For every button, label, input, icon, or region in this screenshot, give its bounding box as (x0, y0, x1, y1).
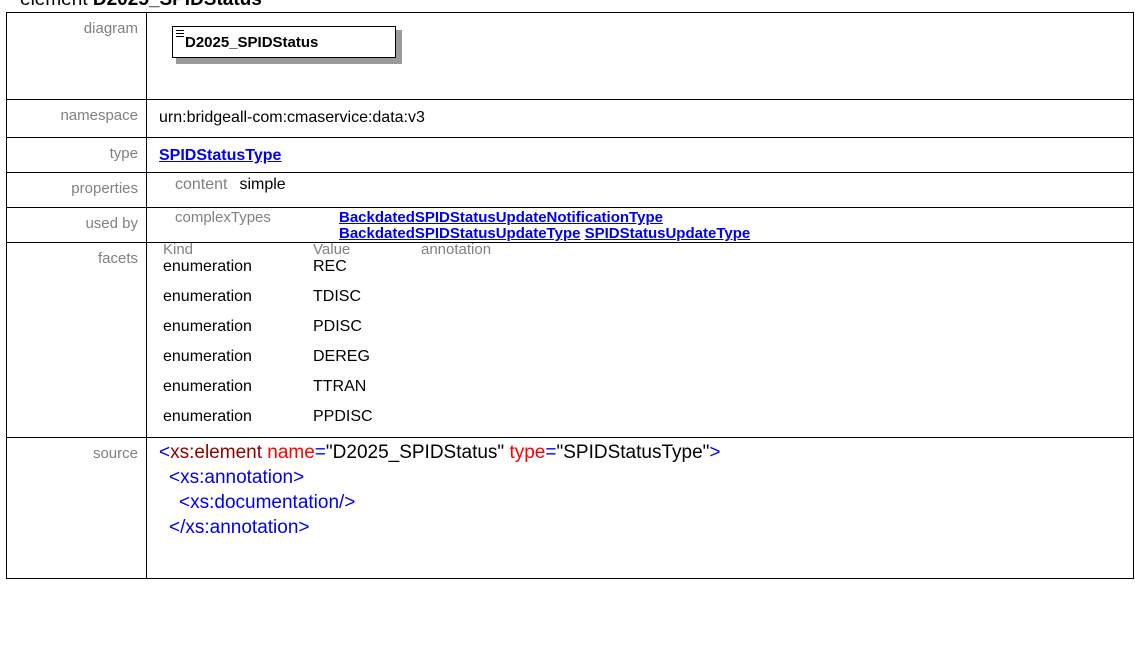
diagram-box-front: D2025_SPIDStatus (172, 26, 396, 58)
facets-header: Kind Value annotation (163, 241, 1133, 258)
facet-value: DEREG (313, 348, 370, 365)
facet-kind: enumeration (163, 318, 252, 335)
used-by-link-backdated-notification[interactable]: BackdatedSPIDStatusUpdateNotificationTyp… (339, 209, 663, 226)
diagram-box-label: D2025_SPIDStatus (185, 34, 319, 51)
facet-kind: enumeration (163, 408, 252, 425)
used-by-link-backdated-update[interactable]: BackdatedSPIDStatusUpdateType (339, 225, 580, 242)
facet-row: enumeration PDISC (163, 317, 1133, 347)
heading-element-name: D2025_SPIDStatus (93, 0, 262, 10)
element-lines-icon (176, 30, 184, 39)
facet-value: PPDISC (313, 408, 373, 425)
used-by-kind: complexTypes (175, 209, 271, 226)
properties-row: properties content simple (6, 172, 1134, 208)
used-by-label: used by (6, 207, 147, 243)
properties-key: content (175, 176, 228, 193)
source-line-annotation-open: <xs:annotation> (169, 467, 305, 488)
diagram-label: diagram (6, 12, 147, 100)
properties-label: properties (6, 172, 147, 208)
facet-value: TDISC (313, 288, 361, 305)
facets-header-value: Value (313, 241, 351, 258)
source-line-documentation: <xs:documentation/> (179, 492, 356, 513)
source-line-element: <xs:element name="D2025_SPIDStatus" type… (159, 442, 721, 463)
type-row: type SPIDStatusType (6, 137, 1134, 173)
facet-row: enumeration PPDISC (163, 407, 1133, 437)
facet-value: TTRAN (313, 378, 367, 395)
heading-prefix: element (20, 0, 88, 10)
facet-row: enumeration TDISC (163, 287, 1133, 317)
facet-row: enumeration DEREG (163, 347, 1133, 377)
diagram-element-box: D2025_SPIDStatus (172, 26, 402, 64)
source-code: <xs:element name="D2025_SPIDStatus" type… (159, 438, 1133, 540)
type-link[interactable]: SPIDStatusType (159, 147, 281, 164)
facets-row: facets Kind Value annotation enumeration RE… (6, 241, 1134, 438)
properties-value: simple (239, 176, 286, 193)
used-by-link-spid-status-update[interactable]: SPIDStatusUpdateType (585, 225, 751, 242)
type-label: type (6, 137, 147, 173)
namespace-label: namespace (6, 99, 147, 138)
facet-row: enumeration TTRAN (163, 377, 1133, 407)
facet-kind: enumeration (163, 288, 252, 305)
namespace-row: namespace urn:bridgeall-com:cmaservice:d… (6, 99, 1134, 138)
source-row: source <xs:element name="D2025_SPIDStatu… (6, 437, 1134, 579)
facet-kind: enumeration (163, 258, 252, 275)
facet-kind: enumeration (163, 348, 252, 365)
facets-header-kind: Kind (163, 241, 194, 258)
source-line-annotation-close: </xs:annotation> (169, 517, 310, 538)
source-label: source (6, 437, 147, 579)
used-by-row: used by complexTypes BackdatedSPIDStatus… (6, 207, 1134, 243)
facet-kind: enumeration (163, 378, 252, 395)
facet-row: enumeration REC (163, 257, 1133, 287)
facets-header-annotation: annotation (421, 241, 492, 258)
facet-value: REC (313, 258, 347, 275)
facet-value: PDISC (313, 318, 362, 335)
element-doc-table: diagram namespace urn:bridgeall-com:cmas… (6, 12, 1134, 579)
namespace-value: urn:bridgeall-com:cmaservice:data:v3 (159, 109, 425, 126)
element-heading: element D2025_SPIDStatus (20, 0, 262, 12)
facets-label: facets (6, 242, 147, 438)
